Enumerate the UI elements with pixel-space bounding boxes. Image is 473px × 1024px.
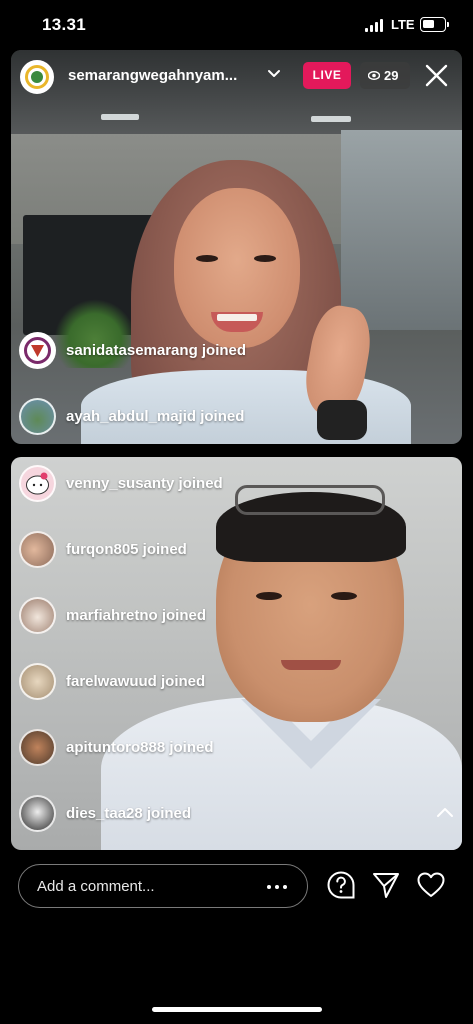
host-avatar[interactable]	[20, 60, 54, 94]
join-notification: farelwawuud joined	[19, 663, 399, 701]
join-notification: venny_susanty joined	[19, 465, 399, 503]
status-time: 13.31	[42, 15, 87, 34]
heart-icon[interactable]	[416, 870, 446, 900]
send-icon[interactable]	[371, 870, 401, 900]
join-text: venny_susanty joined	[66, 475, 223, 492]
signal-icon	[365, 19, 385, 32]
user-avatar[interactable]	[19, 398, 56, 435]
join-notification: marfiahretno joined	[19, 597, 399, 635]
question-icon[interactable]	[326, 870, 356, 900]
eye-icon	[368, 71, 380, 80]
join-text: ayah_abdul_majid joined	[66, 408, 245, 425]
join-text: sanidatasemarang joined	[66, 342, 247, 359]
network-label: LTE	[391, 17, 415, 32]
user-avatar-logo	[24, 337, 51, 364]
user-avatar[interactable]	[19, 663, 56, 700]
more-dots-icon[interactable]	[267, 885, 287, 889]
chevron-up-icon[interactable]	[436, 806, 454, 818]
join-notification: sanidatasemarang joined	[19, 332, 399, 370]
user-avatar[interactable]	[19, 795, 56, 832]
host-name[interactable]: semarangwegahnyam...	[68, 67, 258, 84]
user-avatar[interactable]	[19, 531, 56, 568]
join-notification: ayah_abdul_majid joined	[19, 398, 399, 436]
guest-video[interactable]	[11, 457, 462, 850]
viewer-count: 29	[384, 68, 399, 83]
chevron-down-icon[interactable]	[267, 67, 281, 81]
host-video[interactable]	[11, 50, 462, 444]
comment-input[interactable]: Add a comment...	[18, 864, 308, 908]
join-notification: apituntoro888 joined	[19, 729, 399, 767]
viewer-count-badge[interactable]: 29	[360, 62, 410, 89]
join-text: apituntoro888 joined	[66, 739, 214, 756]
comment-placeholder: Add a comment...	[37, 878, 155, 895]
join-text: marfiahretno joined	[66, 607, 207, 624]
close-icon[interactable]	[423, 62, 450, 89]
join-notification: furqon805 joined	[19, 531, 399, 569]
user-avatar[interactable]	[19, 465, 56, 502]
join-text: farelwawuud joined	[66, 673, 206, 690]
user-avatar[interactable]	[19, 729, 56, 766]
user-avatar[interactable]	[19, 597, 56, 634]
live-header: semarangwegahnyam... LIVE 29	[11, 50, 462, 100]
join-text: furqon805 joined	[66, 541, 187, 558]
user-avatar[interactable]	[19, 332, 56, 369]
battery-icon	[420, 17, 449, 32]
home-indicator[interactable]	[152, 1007, 322, 1012]
join-notification: dies_taa28 joined	[19, 795, 399, 833]
join-text: dies_taa28 joined	[66, 805, 192, 822]
hello-kitty-avatar	[26, 472, 49, 495]
live-badge: LIVE	[303, 62, 351, 89]
status-bar: 13.31 LTE	[0, 0, 473, 50]
